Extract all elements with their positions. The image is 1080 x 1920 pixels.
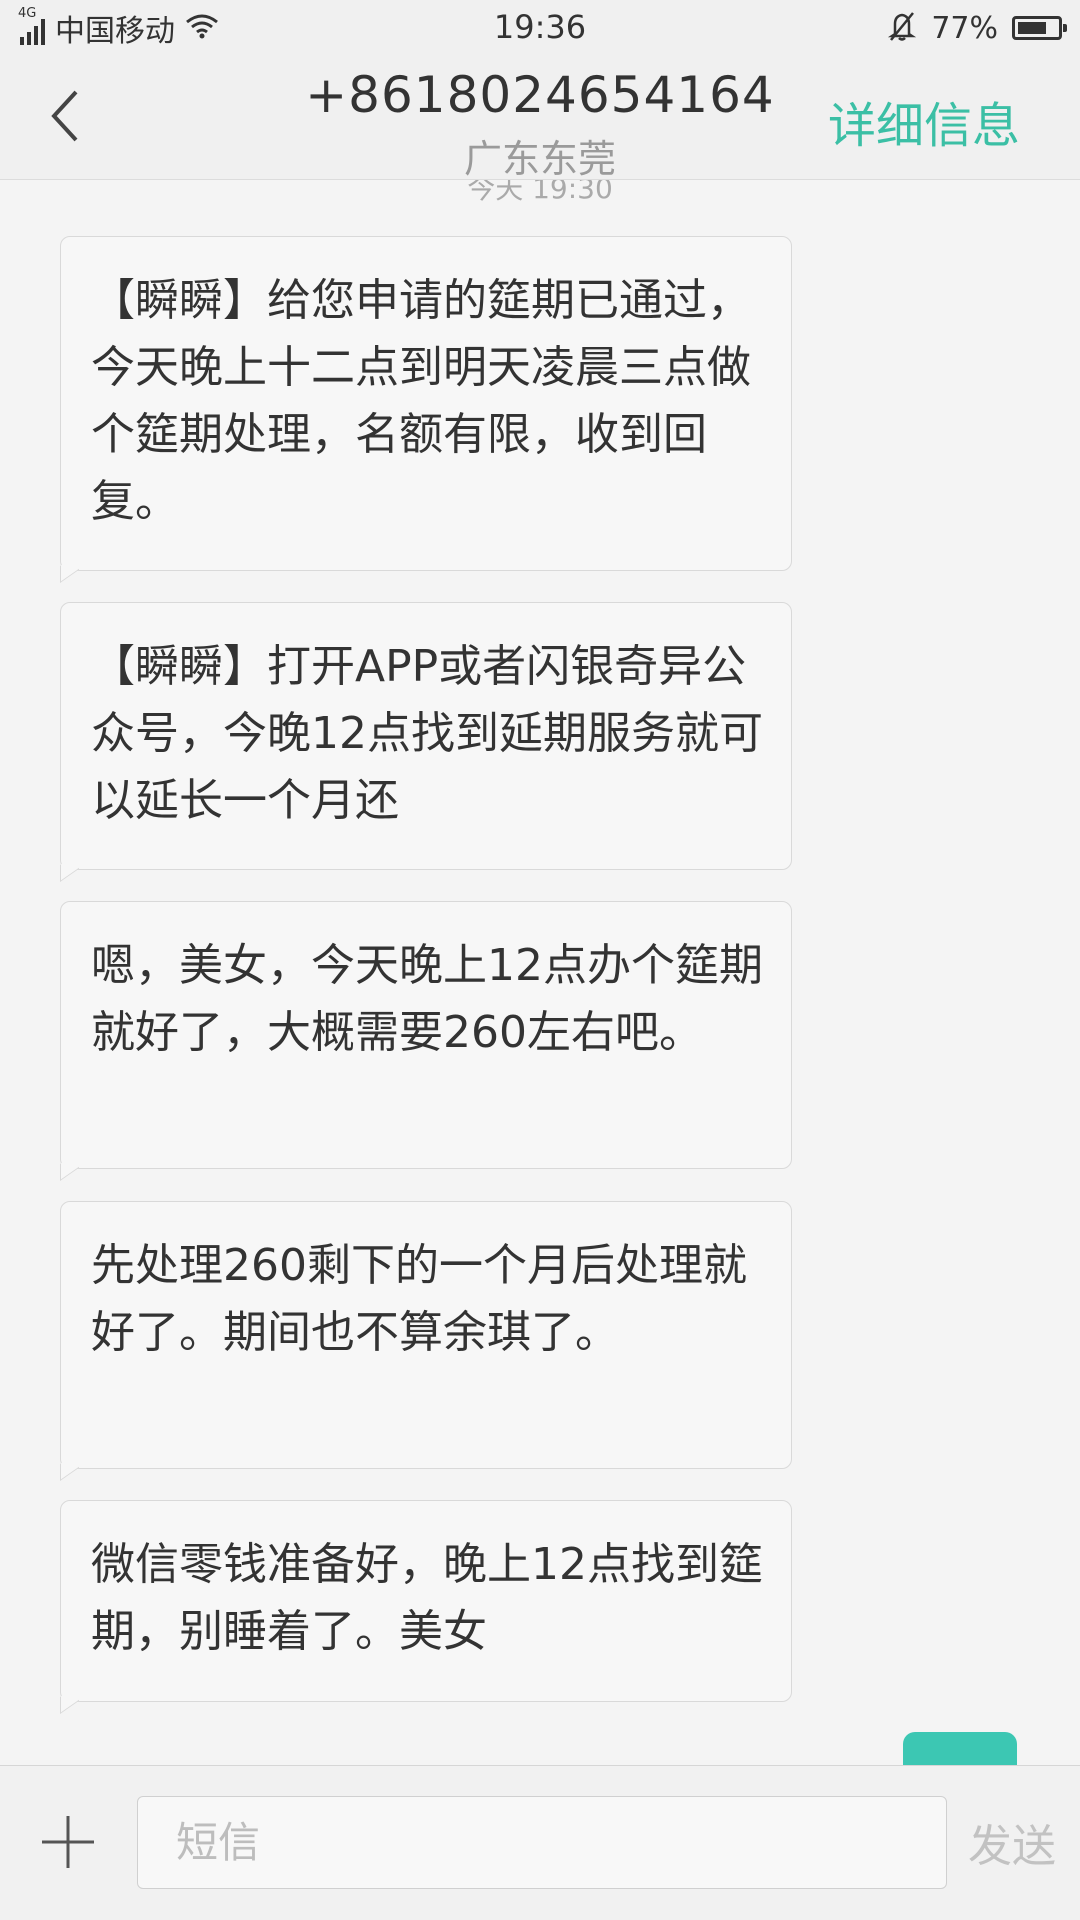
- details-button[interactable]: 详细信息: [828, 86, 1020, 156]
- status-right: 77%: [887, 6, 1067, 50]
- message-bubble-received[interactable]: 【瞬瞬】给您申请的筵期已通过，今天晚上十二点到明天凌晨三点做个筵期处理，名额有限…: [60, 236, 792, 571]
- conversation-header: +8618024654164 广东东莞 详细信息: [0, 56, 1080, 181]
- send-button[interactable]: 发送: [968, 1810, 1056, 1874]
- battery-percent: 77%: [931, 10, 998, 46]
- message-bubble-received[interactable]: 微信零钱准备好，晚上12点找到筵期，别睡着了。美女: [60, 1500, 792, 1702]
- sms-input[interactable]: [137, 1796, 947, 1889]
- status-bar: 4G 中国移动 19:36 77%: [0, 0, 1080, 56]
- message-text: 先处理260剩下的一个月后处理就好了。期间也不算余琪了。: [91, 1240, 747, 1358]
- message-list[interactable]: 今天 19:30 【瞬瞬】给您申请的筵期已通过，今天晚上十二点到明天凌晨三点做个…: [0, 179, 1080, 1765]
- message-text: 【瞬瞬】打开APP或者闪银奇异公众号，今晚12点找到延期服务就可以延长一个月还: [91, 641, 763, 826]
- message-text: 【瞬瞬】给您申请的筵期已通过，今天晚上十二点到明天凌晨三点做个筵期处理，名额有限…: [91, 275, 751, 527]
- message-bubble-received[interactable]: 先处理260剩下的一个月后处理就好了。期间也不算余琪了。: [60, 1201, 792, 1469]
- message-text: 微信零钱准备好，晚上12点找到筵期，别睡着了。美女: [91, 1539, 763, 1657]
- message-bubble-sent[interactable]: [903, 1732, 1017, 1765]
- compose-bar: 发送: [0, 1765, 1080, 1920]
- message-bubble-received[interactable]: 嗯，美女，今天晚上12点办个筵期就好了，大概需要260左右吧。: [60, 901, 792, 1169]
- plus-icon: [42, 1816, 94, 1868]
- message-bubble-received[interactable]: 【瞬瞬】打开APP或者闪银奇异公众号，今晚12点找到延期服务就可以延长一个月还: [60, 602, 792, 870]
- add-attachment-button[interactable]: [38, 1812, 98, 1872]
- message-text: 嗯，美女，今天晚上12点办个筵期就好了，大概需要260左右吧。: [91, 940, 763, 1058]
- mute-bell-icon: [887, 10, 917, 46]
- message-timestamp: 今天 19:30: [467, 179, 613, 205]
- battery-icon: [1012, 16, 1067, 40]
- sms-conversation-screen: 4G 中国移动 19:36 77% +8618024654164 广东东莞 详细…: [0, 0, 1080, 1920]
